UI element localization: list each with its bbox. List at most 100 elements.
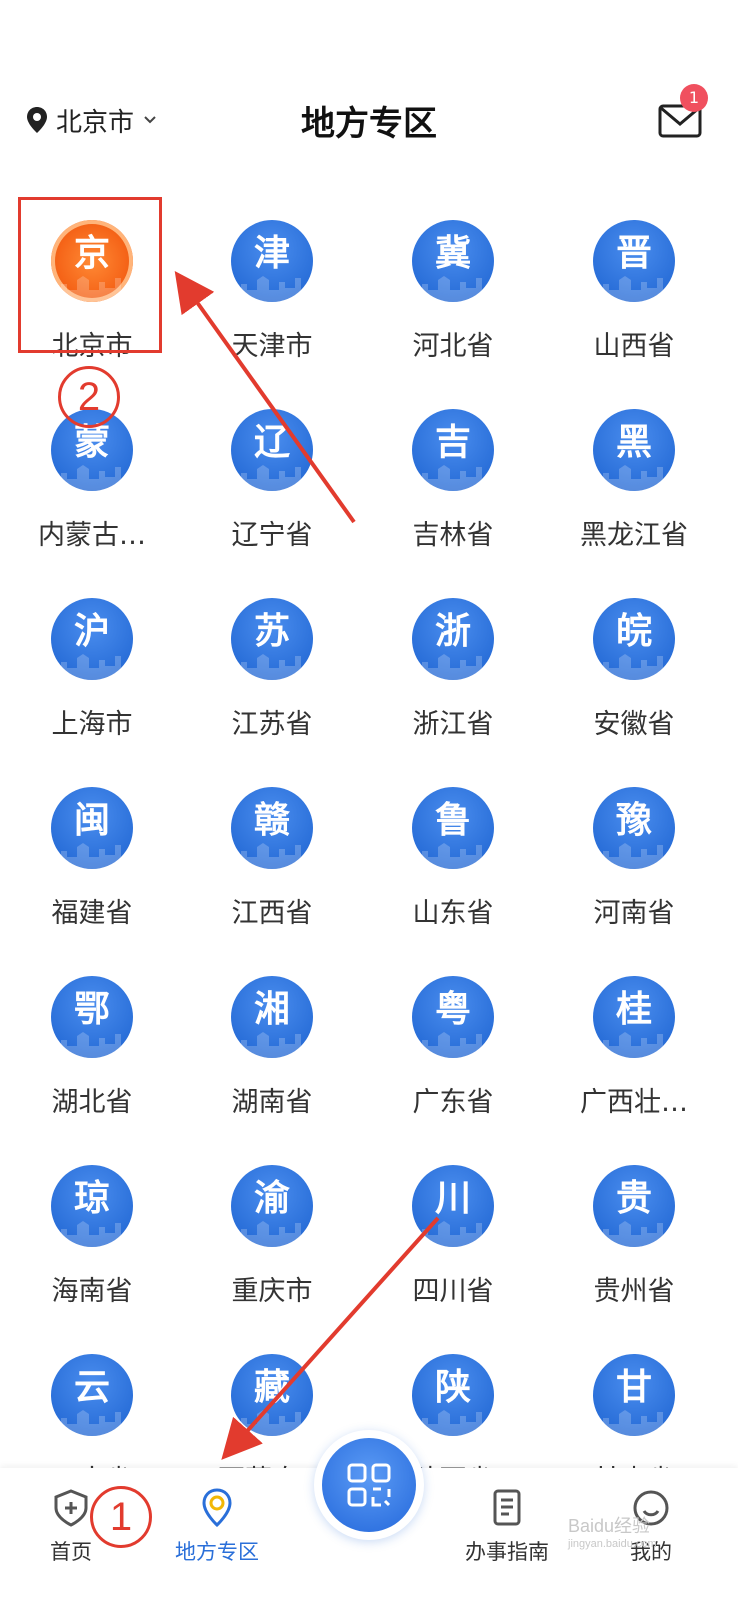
watermark-main: Baidu经验 [568,1516,651,1536]
region-label: 吉林省 [412,520,494,551]
location-selector[interactable]: 北京市 [26,100,158,140]
region-emblem-icon: 琼 [51,1165,133,1247]
region-tile[interactable]: 蒙内蒙古… [0,401,184,591]
region-tile[interactable]: 冀河北省 [361,212,545,402]
region-tile[interactable]: 皖安徽省 [542,590,726,780]
region-tile[interactable]: 晋山西省 [542,212,726,402]
region-emblem-icon: 藏 [231,1354,313,1436]
region-tile[interactable]: 琼海南省 [0,1157,184,1347]
region-tile[interactable]: 沪上海市 [0,590,184,780]
region-emblem-glyph: 赣 [253,800,290,841]
region-label: 重庆市 [231,1276,313,1307]
document-icon [493,1489,521,1526]
region-emblem-glyph: 豫 [615,800,652,841]
tab-regional[interactable]: 地方专区 [162,1468,272,1588]
region-tile[interactable]: 辽辽宁省 [180,401,364,591]
region-emblem-glyph: 桂 [615,989,652,1030]
region-tile[interactable]: 津天津市 [180,212,364,402]
region-emblem-icon: 甘 [593,1354,675,1436]
watermark-sub: jingyan.baidu.com [568,1538,657,1550]
region-emblem-icon: 沪 [51,598,133,680]
header: 北京市 地方专区 1 [0,70,738,170]
region-label: 江苏省 [231,709,313,740]
tab-guide[interactable]: 办事指南 [452,1468,562,1588]
region-emblem-glyph: 闽 [73,800,110,841]
location-label: 北京市 [56,107,135,138]
chevron-down-icon [144,116,156,124]
region-emblem-icon: 晋 [593,220,675,302]
region-label: 广东省 [412,1087,494,1118]
region-emblem-glyph: 渝 [253,1178,290,1219]
region-emblem-glyph: 藏 [253,1367,290,1408]
region-tile[interactable]: 鲁山东省 [361,779,545,969]
region-tile[interactable]: 川四川省 [361,1157,545,1347]
region-tile[interactable]: 豫河南省 [542,779,726,969]
scan-button[interactable] [314,1430,424,1540]
region-emblem-glyph: 皖 [615,611,652,652]
region-emblem-glyph: 黑 [615,422,652,463]
region-tile[interactable]: 湘湖南省 [180,968,364,1158]
mail-badge: 1 [680,84,708,112]
shield-icon [54,1489,88,1527]
region-emblem-icon: 豫 [593,787,675,869]
region-tile[interactable]: 黑黑龙江省 [542,401,726,591]
location-pin-icon [27,107,47,133]
region-emblem-glyph: 京 [73,233,110,274]
region-tile[interactable]: 渝重庆市 [180,1157,364,1347]
tab-regional-label: 地方专区 [175,1540,259,1564]
step-1-marker: 1 [90,1486,152,1548]
region-label: 湖南省 [231,1087,313,1118]
region-label: 山东省 [412,898,494,929]
region-emblem-icon: 黑 [593,409,675,491]
region-emblem-glyph: 浙 [434,611,471,652]
region-tile[interactable]: 吉吉林省 [361,401,545,591]
step-2-marker: 2 [58,366,120,428]
region-label: 山西省 [593,331,675,362]
region-tile[interactable]: 闽福建省 [0,779,184,969]
region-tile[interactable]: 赣江西省 [180,779,364,969]
region-emblem-icon: 皖 [593,598,675,680]
region-emblem-icon: 浙 [412,598,494,680]
region-emblem-icon: 云 [51,1354,133,1436]
region-emblem-glyph: 苏 [253,611,290,652]
region-emblem-glyph: 琼 [73,1178,110,1219]
region-tile[interactable]: 桂广西壮… [542,968,726,1158]
region-label: 黑龙江省 [580,520,688,551]
region-label: 天津市 [231,331,313,362]
region-label: 浙江省 [412,709,494,740]
qr-scan-icon [347,1463,391,1507]
region-emblem-icon: 桂 [593,976,675,1058]
region-label: 贵州省 [593,1276,675,1307]
region-emblem-glyph: 辽 [253,422,290,463]
region-tile[interactable]: 鄂湖北省 [0,968,184,1158]
region-emblem-icon: 辽 [231,409,313,491]
region-tile[interactable]: 浙浙江省 [361,590,545,780]
region-tile[interactable]: 粤广东省 [361,968,545,1158]
region-emblem-icon: 吉 [412,409,494,491]
region-emblem-icon: 鲁 [412,787,494,869]
region-label: 江西省 [231,898,313,929]
region-emblem-icon: 湘 [231,976,313,1058]
region-label: 福建省 [51,898,133,929]
region-emblem-glyph: 甘 [615,1367,652,1408]
region-emblem-icon: 苏 [231,598,313,680]
region-emblem-icon: 闽 [51,787,133,869]
region-tile[interactable]: 贵贵州省 [542,1157,726,1347]
region-label: 海南省 [51,1276,133,1307]
watermark: Baidu经验 jingyan.baidu.com [568,1512,657,1550]
region-emblem-icon: 赣 [231,787,313,869]
region-emblem-glyph: 粤 [434,989,471,1030]
region-emblem-glyph: 吉 [434,422,471,463]
region-emblem-icon: 津 [231,220,313,302]
tab-guide-label: 办事指南 [465,1540,549,1564]
region-emblem-icon: 贵 [593,1165,675,1247]
region-label: 四川省 [412,1276,494,1307]
region-emblem-icon: 陕 [412,1354,494,1436]
region-emblem-glyph: 陕 [434,1367,471,1408]
region-emblem-glyph: 鲁 [434,800,471,841]
region-tile[interactable]: 苏江苏省 [180,590,364,780]
region-emblem-glyph: 湘 [253,989,290,1030]
region-label: 河南省 [593,898,675,929]
region-label: 内蒙古… [38,520,146,551]
region-emblem-icon: 鄂 [51,976,133,1058]
